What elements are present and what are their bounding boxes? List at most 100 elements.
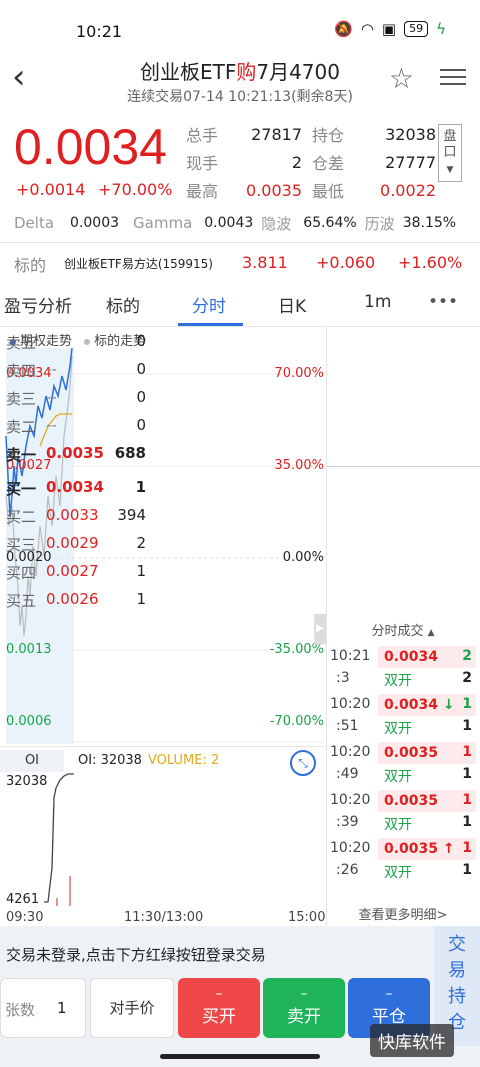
oi-y-bottom: 4261 (6, 892, 40, 907)
collapse-book-handle[interactable]: ▶ (314, 614, 326, 644)
status-bar: 10:21 🔕 ◠ ▣ 59 ϟ (0, 0, 480, 52)
bid-price: 0.0027 (46, 562, 99, 580)
caret-down-icon: ▼ (446, 165, 454, 175)
tick-seconds: :51 (336, 718, 359, 734)
underlying-row[interactable]: 标的 创业板ETF易方达(159915) 3.811 +0.060 +1.60% (0, 248, 480, 278)
tick-row: 10:20 0.0035 ↑ 1 :26 双开 1 (328, 838, 478, 882)
time-mid: 11:30/13:00 (124, 910, 204, 925)
greeks-row: Delta 0.0003 Gamma 0.0043 隐波 65.64% 历波 3… (0, 208, 480, 238)
stat-value: 27777 (385, 152, 436, 172)
tick-volume: 1 (462, 744, 472, 760)
gamma-value: 0.0043 (204, 215, 254, 231)
bid-row: 买三 0.0029 2 (4, 534, 150, 562)
tick-arrow-icon: ↓ (442, 697, 455, 713)
title-prefix: 创业板ETF (140, 60, 237, 84)
bid-price: 0.0034 (46, 478, 104, 496)
underlying-change: +0.060 (316, 253, 376, 272)
tick-kind-volume: 1 (462, 814, 472, 830)
tick-time: 10:21 (330, 648, 371, 664)
sim-icon: ▣ (381, 20, 397, 38)
tab-pnl-analysis[interactable]: 盈亏分析 (4, 292, 72, 317)
stat-label: 最高 (186, 182, 219, 201)
bid-row: 买二 0.0033 394 (4, 506, 150, 534)
home-indicator[interactable] (160, 1054, 320, 1059)
stat-label: 持仓 (312, 126, 345, 145)
time-end: 15:00 (288, 910, 326, 925)
menu-icon[interactable] (440, 64, 466, 90)
price-mode-select[interactable]: 对手价 (90, 978, 174, 1038)
ask-volume: 0 (136, 332, 146, 350)
tick-volume: 1 (462, 840, 472, 856)
tick-price: 0.0034 (384, 649, 439, 665)
tick-price: 0.0035 (384, 841, 439, 857)
quantity-field[interactable]: 张数 1 (0, 978, 86, 1038)
buy-open-button[interactable]: – 买开 (178, 978, 260, 1038)
bid-label: 买二 (6, 508, 37, 526)
ask-label: 卖四 (6, 362, 37, 380)
y-label-left: 0.0013 (6, 642, 52, 657)
stat-value: 32038 (385, 124, 436, 144)
tick-arrow-icon: ↑ (442, 841, 455, 857)
order-book-toggle[interactable]: 盘口 ▼ (438, 124, 462, 182)
divider (0, 242, 480, 243)
ask-row[interactable]: 卖一 0.0035 688 (4, 444, 150, 472)
tab-underlying[interactable]: 标的 (106, 292, 140, 317)
quantity-label: 张数 (5, 1001, 36, 1019)
quantity-value: 1 (57, 999, 67, 1017)
tick-kind-volume: 1 (462, 766, 472, 782)
bid-row: 买四 0.0027 1 (4, 562, 150, 590)
more-details-link[interactable]: 查看更多明细> (326, 904, 480, 923)
tick-time: 10:20 (330, 792, 371, 808)
y-label-right: 0.00% (282, 550, 324, 565)
underlying-label: 标的 (14, 256, 47, 275)
oi-chart-svg (44, 773, 74, 906)
ask-row: 卖五 -- 0 (4, 332, 150, 360)
trade-position-label: 交易持仓 (448, 934, 466, 1033)
tick-seconds: :49 (336, 766, 359, 782)
tab-intraday[interactable]: 分时 (192, 292, 226, 317)
ask-price: -- (46, 416, 57, 434)
tick-price: 0.0034 (384, 697, 439, 713)
gamma-label: Gamma (133, 214, 193, 232)
book-mid-divider (326, 466, 480, 467)
login-notice[interactable]: 交易未登录,点击下方红绿按钮登录交易 (6, 944, 266, 965)
status-icons: 🔕 ◠ ▣ 59 ϟ (334, 20, 446, 38)
stat-value: 27817 (251, 124, 302, 144)
buy-open-label: 买开 (202, 1007, 236, 1027)
volume-value: VOLUME: 2 (148, 753, 220, 768)
stat-label: 最低 (312, 182, 345, 201)
stat-row: 最高 0.0035 最低 0.0022 (186, 176, 436, 204)
close-position-price: – (385, 986, 393, 1002)
status-time: 10:21 (76, 22, 123, 41)
sell-open-button[interactable]: – 卖开 (263, 978, 345, 1038)
price-change: +0.0014 (16, 180, 86, 199)
ask-label: 卖五 (6, 334, 37, 352)
tick-kind-volume: 2 (462, 670, 472, 686)
bid-row[interactable]: 买一 0.0034 1 (4, 478, 150, 506)
order-book-toggle-label: 盘口 (443, 129, 457, 160)
ask-row: 卖二 -- 0 (4, 416, 150, 444)
mute-icon: 🔕 (334, 20, 353, 38)
tab-more[interactable]: ••• (428, 292, 458, 312)
tick-seconds: :3 (336, 670, 350, 686)
tab-daily-k[interactable]: 日K (278, 292, 306, 317)
iv-label: 隐波 (261, 214, 292, 233)
bid-price: 0.0029 (46, 534, 99, 552)
star-icon[interactable]: ☆ (389, 62, 414, 95)
ask-row: 卖三 -- 0 (4, 388, 150, 416)
oi-chart[interactable]: OI OI: 32038 VOLUME: 2 ⤡ 32038 4261 (0, 746, 326, 926)
bid-price: 0.0026 (46, 590, 99, 608)
wifi-icon: ◠ (360, 20, 374, 38)
underlying-name: 创业板ETF易方达(159915) (64, 257, 213, 271)
ticks-title[interactable]: 分时成交 ▲ (326, 620, 480, 639)
tick-row: 10:21 0.0034 2 :3 双开 2 (328, 646, 478, 690)
tick-row: 10:20 0.0034 ↓ 1 :51 双开 1 (328, 694, 478, 738)
stat-label: 仓差 (312, 154, 345, 173)
ask-volume: 0 (136, 388, 146, 406)
time-start: 09:30 (6, 910, 44, 925)
ask-price: -- (46, 360, 57, 378)
stat-value: 0.0022 (380, 180, 436, 200)
tick-seconds: :26 (336, 862, 359, 878)
tab-1m[interactable]: 1m (364, 292, 391, 312)
tick-kind-volume: 1 (462, 862, 472, 878)
